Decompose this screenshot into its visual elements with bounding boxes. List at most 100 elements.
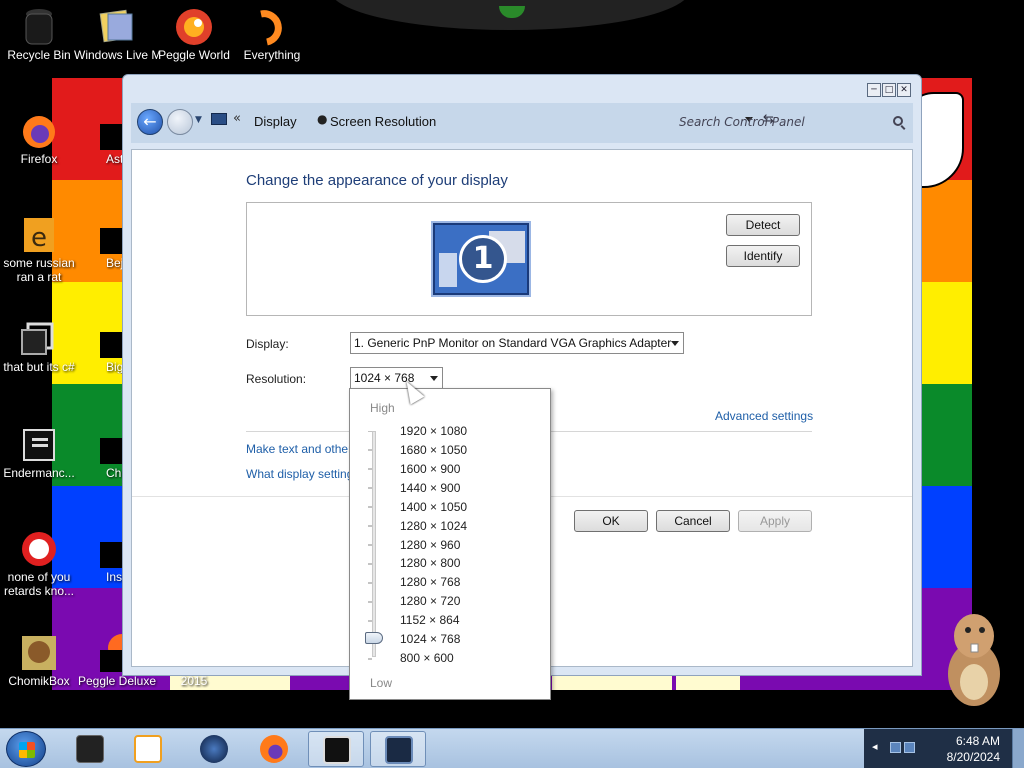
resolution-label: Resolution: bbox=[246, 372, 307, 386]
desktop-icon-that-but-its-c[interactable]: that but its c# bbox=[0, 318, 82, 374]
page-title: Change the appearance of your display bbox=[246, 172, 508, 189]
display-settings-help-link[interactable]: What display setting bbox=[246, 467, 353, 481]
monitor-number: 1 bbox=[459, 235, 507, 283]
wallpaper-strip bbox=[676, 676, 740, 690]
identify-button[interactable]: Identify bbox=[726, 245, 800, 267]
file-icon: e bbox=[24, 218, 54, 253]
start-button[interactable] bbox=[6, 731, 46, 767]
back-arrow-icon: ← bbox=[143, 112, 157, 131]
search-input[interactable]: Search Control Panel bbox=[679, 110, 805, 134]
resolution-option[interactable]: 1920 × 1080 bbox=[400, 424, 467, 438]
search-box[interactable]: Search Control Panel bbox=[679, 110, 909, 134]
breadcrumb-screen-resolution[interactable]: Screen Resolution bbox=[330, 114, 436, 129]
resolution-select[interactable]: 1024 × 768 bbox=[350, 367, 443, 389]
advanced-settings-link[interactable]: Advanced settings bbox=[715, 409, 813, 423]
clock-date: 8/20/2024 bbox=[946, 750, 1000, 764]
desktop-icon-chomikbox[interactable]: ChomikBox bbox=[0, 632, 82, 688]
resolution-option[interactable]: 1152 × 864 bbox=[400, 613, 460, 627]
recycle-bin-icon bbox=[25, 9, 53, 45]
ok-button[interactable]: OK bbox=[574, 510, 648, 532]
tray-icons bbox=[890, 742, 930, 756]
resolution-dropdown: High 1920 × 1080 1680 × 1050 1600 × 900 … bbox=[349, 388, 551, 700]
desktop-icon-windows-live[interactable]: Windows Live Ma bbox=[74, 6, 160, 62]
display-select[interactable]: 1. Generic PnP Monitor on Standard VGA G… bbox=[350, 332, 684, 354]
resolution-option[interactable]: 1400 × 1050 bbox=[400, 500, 467, 514]
recent-pages-dropdown[interactable]: ▼ bbox=[195, 115, 202, 125]
display-settings-icon bbox=[385, 736, 413, 764]
make-text-larger-link[interactable]: Make text and other bbox=[246, 442, 352, 456]
taskbar-item-firefox[interactable] bbox=[246, 731, 302, 767]
window-controls: ─ □ ✕ bbox=[867, 83, 911, 97]
close-button[interactable]: ✕ bbox=[897, 83, 911, 97]
globe-icon bbox=[200, 735, 228, 763]
forward-button[interactable] bbox=[167, 109, 193, 135]
monitor-preview-area: 1 Detect Identify bbox=[246, 202, 812, 316]
console-icon bbox=[323, 736, 351, 764]
windows-live-icon bbox=[99, 9, 133, 43]
beaver-mascot-image bbox=[948, 614, 1000, 706]
breadcrumb-display[interactable]: Display bbox=[254, 114, 297, 129]
control-panel-icon bbox=[211, 113, 227, 125]
taskbar-item-media-player[interactable] bbox=[120, 731, 176, 767]
show-desktop-button[interactable] bbox=[1012, 729, 1024, 768]
firefox-icon bbox=[260, 735, 288, 763]
clock[interactable]: 6:48 AM 8/20/2024 bbox=[947, 733, 1000, 765]
desktop-icon-some-russian[interactable]: e some russian ran a rat bbox=[0, 214, 82, 284]
desktop-icon-endermanch[interactable]: Endermanc... bbox=[0, 424, 82, 480]
chomikbox-icon bbox=[22, 636, 56, 670]
apply-button[interactable]: Apply bbox=[738, 510, 812, 532]
taskbar: ◂ 6:48 AM 8/20/2024 bbox=[0, 728, 1024, 768]
svg-text:e: e bbox=[31, 223, 47, 253]
network-icon[interactable] bbox=[890, 742, 901, 753]
minimize-button[interactable]: ─ bbox=[867, 83, 881, 97]
breadcrumb-overflow[interactable]: « bbox=[233, 111, 241, 126]
resolution-option[interactable]: 1280 × 768 bbox=[400, 575, 460, 589]
resolution-slider-thumb[interactable] bbox=[365, 632, 383, 644]
volume-icon[interactable] bbox=[904, 742, 915, 753]
chevron-down-icon bbox=[430, 376, 438, 381]
maximize-button[interactable]: □ bbox=[882, 83, 896, 97]
show-hidden-icons-button[interactable]: ◂ bbox=[872, 740, 878, 753]
app-icon bbox=[76, 735, 104, 763]
peggle-icon bbox=[176, 9, 212, 45]
resolution-option[interactable]: 800 × 600 bbox=[400, 651, 454, 665]
taskbar-item-display-settings[interactable] bbox=[370, 731, 426, 767]
resolution-option-selected[interactable]: 1024 × 768 bbox=[400, 632, 460, 646]
resolution-option[interactable]: 1280 × 960 bbox=[400, 538, 460, 552]
media-player-icon bbox=[134, 735, 162, 763]
taskbar-item-console[interactable] bbox=[308, 731, 364, 767]
display-label: Display: bbox=[246, 337, 289, 351]
desktop-icon-firefox[interactable]: Firefox bbox=[0, 110, 82, 166]
resolution-option[interactable]: 1680 × 1050 bbox=[400, 443, 467, 457]
desktop-icon-recycle-bin[interactable]: Recycle Bin bbox=[0, 6, 82, 62]
windows-logo-icon bbox=[19, 742, 35, 758]
console-icon bbox=[23, 429, 55, 461]
desktop-icon-peggle-world[interactable]: Peggle World bbox=[151, 6, 237, 62]
back-button[interactable]: ← bbox=[137, 109, 163, 135]
cancel-button[interactable]: Cancel bbox=[656, 510, 730, 532]
taskbar-item-globe[interactable] bbox=[186, 731, 242, 767]
clock-time: 6:48 AM bbox=[955, 734, 1000, 748]
resolution-option[interactable]: 1280 × 800 bbox=[400, 556, 460, 570]
shortcut-icon bbox=[21, 322, 54, 355]
slider-ticks bbox=[368, 431, 372, 660]
monitor-1-preview[interactable]: 1 bbox=[431, 221, 531, 297]
detect-button[interactable]: Detect bbox=[726, 214, 800, 236]
resolution-option[interactable]: 1280 × 720 bbox=[400, 594, 460, 608]
display-select-value: 1. Generic PnP Monitor on Standard VGA G… bbox=[354, 336, 672, 350]
resolution-option[interactable]: 1440 × 900 bbox=[400, 481, 460, 495]
resolution-option[interactable]: 1600 × 900 bbox=[400, 462, 460, 476]
desktop-icon-everything[interactable]: Everything bbox=[229, 6, 315, 62]
address-bar: ← ▼ « Display ● Screen Resolution ⇆ Sear… bbox=[131, 103, 913, 143]
low-label: Low bbox=[370, 676, 393, 690]
wallpaper-strip bbox=[552, 676, 672, 690]
taskbar-item-app[interactable] bbox=[62, 731, 118, 767]
breadcrumb-separator-icon: ● bbox=[317, 112, 328, 126]
desktop-icon-none-of-you[interactable]: none of you retards kno... bbox=[0, 528, 82, 598]
chevron-down-icon bbox=[671, 341, 679, 346]
resolution-option[interactable]: 1280 × 1024 bbox=[400, 519, 467, 533]
search-icon[interactable] bbox=[893, 116, 903, 126]
high-label: High bbox=[370, 401, 395, 415]
firefox-icon bbox=[23, 116, 55, 148]
app-icon bbox=[22, 532, 56, 566]
